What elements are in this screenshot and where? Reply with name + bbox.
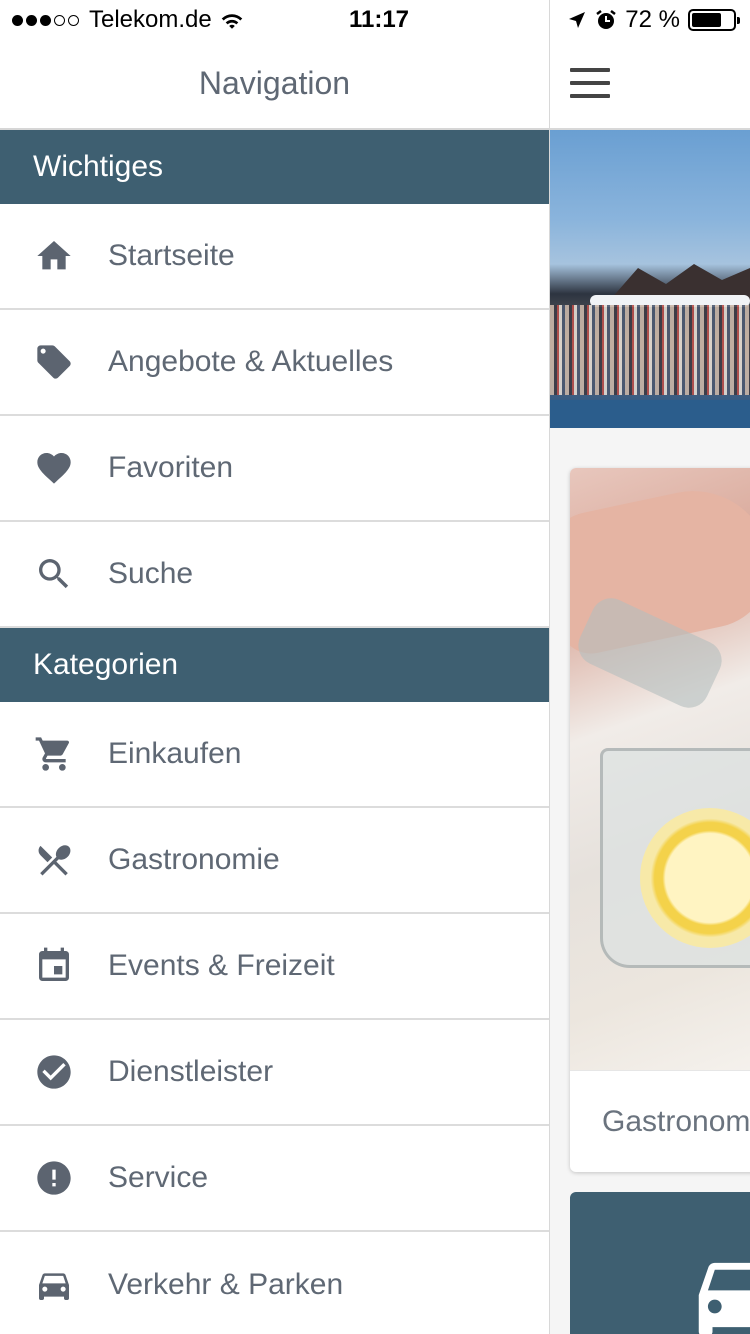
carrier-signal: Telekom.de bbox=[12, 6, 246, 34]
status-right: 72 % bbox=[567, 6, 740, 34]
nav-item-label: Angebote & Aktuelles bbox=[108, 345, 394, 378]
nav-item-label: Startseite bbox=[108, 239, 235, 272]
nav-item-events[interactable]: Events & Freizeit bbox=[0, 914, 549, 1020]
battery-icon bbox=[688, 9, 740, 31]
heart-icon bbox=[0, 448, 108, 488]
calendar-icon bbox=[0, 946, 108, 986]
category-card-image bbox=[570, 468, 750, 1070]
nav-item-startseite[interactable]: Startseite bbox=[0, 204, 549, 310]
nav-item-dienstleister[interactable]: Dienstleister bbox=[0, 1020, 549, 1126]
home-icon bbox=[0, 236, 108, 276]
drawer-title: Navigation bbox=[198, 65, 351, 101]
carrier-name: Telekom.de bbox=[89, 6, 212, 33]
alarm-icon bbox=[596, 10, 617, 29]
nav-item-label: Verkehr & Parken bbox=[108, 1268, 344, 1301]
search-icon bbox=[0, 554, 108, 594]
nav-item-suche[interactable]: Suche bbox=[0, 522, 549, 628]
car-icon bbox=[698, 1262, 750, 1334]
menu-icon[interactable] bbox=[570, 68, 610, 98]
category-card-gastronomie[interactable]: Gastronomie bbox=[570, 468, 750, 1172]
battery-percent: 72 % bbox=[625, 6, 680, 33]
car-icon bbox=[0, 1265, 108, 1305]
signal-strength-icon bbox=[12, 14, 79, 26]
nav-item-label: Gastronomie bbox=[108, 843, 280, 876]
hero-image bbox=[550, 130, 750, 428]
nav-item-gastronomie[interactable]: Gastronomie bbox=[0, 808, 549, 914]
wifi-icon bbox=[221, 14, 243, 29]
section-header-kategorien: Kategorien bbox=[0, 628, 549, 702]
nav-item-label: Service bbox=[108, 1161, 209, 1194]
section-header-wichtiges: Wichtiges bbox=[0, 130, 549, 204]
nav-item-label: Events & Freizeit bbox=[108, 949, 335, 982]
check-circle-icon bbox=[0, 1052, 108, 1092]
cart-icon bbox=[0, 734, 108, 774]
tag-icon bbox=[0, 342, 108, 382]
nav-item-label: Suche bbox=[108, 557, 194, 590]
exclamation-circle-icon bbox=[0, 1158, 108, 1198]
location-arrow-icon bbox=[569, 12, 586, 28]
nav-item-label: Einkaufen bbox=[108, 737, 242, 770]
navigation-drawer: Navigation Wichtiges Startseite Angebote… bbox=[0, 0, 550, 1334]
status-bar: Telekom.de 11:17 72 % bbox=[0, 0, 750, 40]
category-card-label: Gastronomie bbox=[570, 1070, 750, 1172]
cutlery-icon bbox=[0, 840, 108, 880]
nav-item-label: Favoriten bbox=[108, 451, 234, 484]
nav-item-favoriten[interactable]: Favoriten bbox=[0, 416, 549, 522]
category-card-verkehr[interactable] bbox=[570, 1192, 750, 1334]
main-content: Gastronomie bbox=[550, 0, 750, 1334]
nav-item-einkaufen[interactable]: Einkaufen bbox=[0, 702, 549, 808]
nav-item-label: Dienstleister bbox=[108, 1055, 274, 1088]
nav-item-service[interactable]: Service bbox=[0, 1126, 549, 1232]
nav-item-verkehr[interactable]: Verkehr & Parken bbox=[0, 1232, 549, 1334]
nav-item-angebote[interactable]: Angebote & Aktuelles bbox=[0, 310, 549, 416]
